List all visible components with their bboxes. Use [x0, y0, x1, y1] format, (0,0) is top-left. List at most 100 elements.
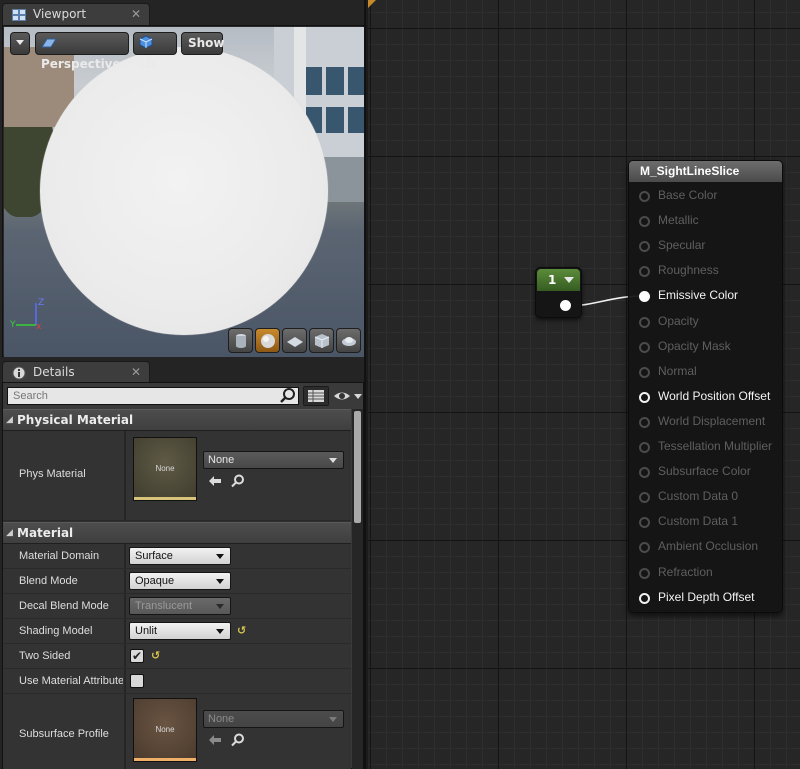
scrollbar-thumb[interactable]: [354, 411, 361, 523]
prop-label: Decal Blend Mode: [19, 600, 109, 612]
cylinder-icon: [236, 334, 246, 348]
input-pin-row[interactable]: Specular: [629, 236, 782, 256]
input-pin-row[interactable]: Tessellation Multiplier: [629, 437, 782, 457]
input-pin[interactable]: [639, 492, 650, 504]
input-pin-row[interactable]: World Displacement: [629, 412, 782, 432]
column-divider[interactable]: [124, 544, 126, 568]
close-icon[interactable]: ✕: [131, 362, 141, 383]
material-node-title[interactable]: M_SightLineSlice: [629, 161, 782, 182]
input-pin[interactable]: [639, 592, 650, 604]
viewport-panel[interactable]: Z Y x Perspective Lit Show: [2, 25, 364, 357]
input-pin-label: Opacity: [658, 313, 699, 328]
input-pin[interactable]: [639, 241, 650, 253]
prop-label: Shading Model: [19, 625, 93, 637]
column-divider[interactable]: [124, 569, 126, 593]
input-pin[interactable]: [639, 316, 650, 328]
input-pin[interactable]: [639, 216, 650, 228]
input-pin-row[interactable]: Refraction: [629, 563, 782, 583]
blend-mode-dropdown[interactable]: Opaque: [129, 572, 231, 590]
input-pin-row[interactable]: Custom Data 0: [629, 487, 782, 507]
collapse-triangle-icon[interactable]: [564, 277, 574, 283]
input-pin[interactable]: [639, 416, 650, 428]
use-selected-arrow-icon[interactable]: [208, 475, 222, 487]
input-pin[interactable]: [639, 266, 650, 278]
dropdown-value: Translucent: [135, 600, 193, 612]
input-pin[interactable]: [639, 341, 650, 353]
phys-material-thumbnail[interactable]: None: [133, 437, 197, 501]
chevron-down-icon: [329, 717, 337, 722]
input-pin-row[interactable]: Subsurface Color: [629, 462, 782, 482]
preview-cube-button[interactable]: [309, 328, 334, 353]
input-pin[interactable]: [639, 442, 650, 453]
input-pin[interactable]: [639, 366, 650, 378]
column-divider[interactable]: [124, 644, 126, 668]
column-divider[interactable]: [124, 431, 126, 520]
input-pin[interactable]: [639, 467, 650, 479]
category-physical-material[interactable]: ◢ Physical Material: [3, 409, 351, 431]
input-pin-row[interactable]: Roughness: [629, 261, 782, 281]
input-pin[interactable]: [639, 191, 650, 202]
constant-node-header[interactable]: 1: [537, 269, 580, 291]
details-scrollbar[interactable]: [352, 409, 363, 769]
column-divider[interactable]: [124, 694, 126, 769]
visibility-options-button[interactable]: [333, 388, 363, 404]
lit-button[interactable]: Lit: [133, 32, 177, 71]
details-search-input[interactable]: Search: [7, 387, 299, 405]
use-material-attributes-checkbox[interactable]: [130, 674, 144, 688]
reset-to-default-icon[interactable]: ↺: [237, 624, 246, 637]
column-divider[interactable]: [124, 594, 126, 618]
shading-model-dropdown[interactable]: Unlit: [129, 622, 231, 640]
property-row-decal-blend-mode: Decal Blend Mode Translucent: [3, 594, 351, 619]
input-pin-row[interactable]: Ambient Occlusion: [629, 537, 782, 557]
property-row-material-domain: Material Domain Surface: [3, 544, 351, 569]
phys-material-asset-picker[interactable]: None: [203, 451, 344, 469]
preview-custom-mesh-button[interactable]: [336, 328, 361, 353]
material-result-node[interactable]: M_SightLineSlice Base Color Metallic Specu…: [628, 160, 783, 613]
chevron-down-icon: [216, 579, 224, 584]
constant-node[interactable]: 1: [535, 267, 582, 318]
input-pin-row[interactable]: Pixel Depth Offset: [629, 588, 782, 608]
show-button[interactable]: Show: [181, 32, 225, 55]
input-pin[interactable]: [639, 542, 650, 554]
viewport-options-button[interactable]: [10, 32, 30, 55]
perspective-button[interactable]: Perspective: [35, 32, 129, 71]
search-icon[interactable]: [280, 388, 296, 404]
two-sided-checkbox[interactable]: ✔: [130, 649, 144, 663]
input-pin-label: Ambient Occlusion: [658, 539, 759, 554]
input-pin-row[interactable]: Metallic: [629, 211, 782, 231]
reset-to-default-icon[interactable]: ↺: [151, 649, 160, 662]
input-pin[interactable]: [639, 391, 650, 403]
property-matrix-button[interactable]: [303, 386, 329, 406]
column-divider[interactable]: [124, 619, 126, 643]
category-material[interactable]: ◢ Material: [3, 522, 351, 544]
input-pin[interactable]: [639, 517, 650, 529]
input-pin-row[interactable]: Custom Data 1: [629, 512, 782, 532]
input-pin-row[interactable]: Normal: [629, 362, 782, 382]
perspective-icon: [41, 38, 57, 48]
input-pin-row[interactable]: Base Color: [629, 186, 782, 206]
browse-search-icon[interactable]: [231, 733, 245, 747]
input-pin-row[interactable]: Opacity: [629, 312, 782, 332]
thumbnail-label: None: [155, 464, 175, 473]
tab-viewport[interactable]: Viewport ✕: [2, 3, 150, 25]
preview-sphere-button[interactable]: [255, 328, 280, 353]
browse-search-icon[interactable]: [231, 474, 245, 488]
subsurface-profile-thumbnail[interactable]: None: [133, 698, 197, 762]
preview-plane-button[interactable]: [282, 328, 307, 353]
input-pin-row[interactable]: Opacity Mask: [629, 337, 782, 357]
input-pin-row[interactable]: World Position Offset: [629, 387, 782, 407]
constant-value: 1: [548, 273, 557, 287]
input-pin-label: Base Color: [658, 188, 718, 202]
subsurface-profile-asset-picker: None: [203, 710, 344, 728]
input-pin[interactable]: [639, 567, 650, 579]
preview-cylinder-button[interactable]: [228, 328, 253, 353]
tab-details[interactable]: Details ✕: [2, 361, 150, 383]
material-domain-dropdown[interactable]: Surface: [129, 547, 231, 565]
column-divider[interactable]: [124, 669, 126, 693]
input-pin[interactable]: [639, 291, 650, 303]
building-window: [326, 67, 344, 95]
close-icon[interactable]: ✕: [131, 4, 141, 25]
output-pin[interactable]: [560, 300, 571, 311]
viewport-scene[interactable]: Z Y x Perspective Lit Show: [4, 27, 364, 357]
input-pin-row[interactable]: Emissive Color: [629, 286, 782, 306]
